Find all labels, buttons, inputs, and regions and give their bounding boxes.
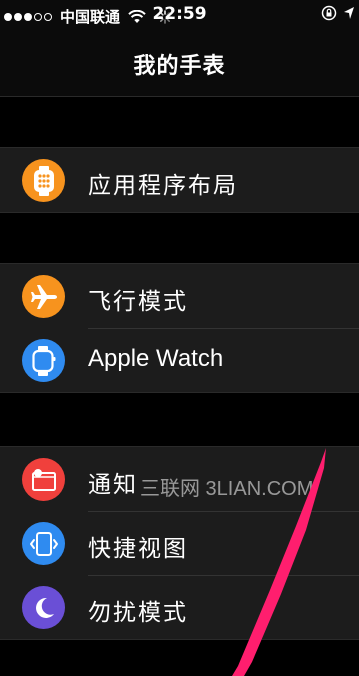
settings-group-1: 应用程序布局 — [0, 147, 359, 213]
watermark: 三联网 3LIAN.COM — [140, 478, 314, 500]
list-item-label: 快捷视图 — [88, 536, 188, 562]
list-item-label: Apple Watch — [88, 345, 224, 372]
glances-icon — [22, 522, 65, 565]
list-item-do-not-disturb[interactable]: 勿扰模式 — [0, 575, 359, 639]
navigation-bar: 我的手表 — [0, 32, 359, 97]
list-item-apple-watch[interactable]: Apple Watch — [0, 328, 359, 392]
rotation-lock-icon — [321, 5, 337, 21]
apple-watch-icon — [22, 339, 65, 382]
moon-icon — [22, 586, 65, 629]
watch-app-grid-icon — [22, 159, 65, 202]
list-item-label: 勿扰模式 — [88, 600, 188, 626]
list-item-label: 应用程序布局 — [88, 173, 238, 199]
list-item-label: 通知 — [88, 472, 138, 498]
status-time: 22:59 — [152, 4, 207, 24]
list-item-glances[interactable]: 快捷视图 — [0, 511, 359, 575]
status-bar: 中国联通 22:59 — [0, 0, 359, 32]
settings-group-2: 飞行模式 Apple Watch — [0, 263, 359, 393]
status-right — [321, 5, 355, 21]
list-item-airplane-mode[interactable]: 飞行模式 — [0, 264, 359, 328]
notification-icon — [22, 458, 65, 501]
location-arrow-icon — [344, 7, 354, 19]
page-title: 我的手表 — [133, 54, 226, 79]
list-item-label: 飞行模式 — [88, 289, 188, 315]
airplane-icon — [22, 275, 65, 318]
list-item-app-layout[interactable]: 应用程序布局 — [0, 148, 359, 212]
